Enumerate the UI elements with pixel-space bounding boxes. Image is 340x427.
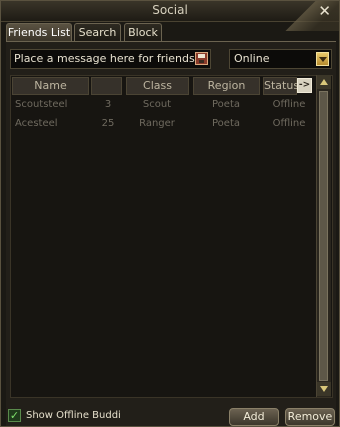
status-value: Online [234,52,270,65]
status-select[interactable]: Online [229,49,332,69]
friend-message-text: Place a message here for friends [14,52,195,65]
friend-message-input[interactable]: Place a message here for friends [10,49,211,69]
cell-class: Ranger [139,118,175,129]
cell-class: Scout [142,99,172,110]
cell-status: Offline [272,118,306,129]
cell-name: Scoutsteel [15,99,68,110]
dropdown-arrow-icon[interactable] [316,52,329,66]
tab-search[interactable]: Search [74,23,121,41]
window-title: Social [152,3,188,17]
column-header-level[interactable] [91,77,122,95]
tab-block[interactable]: Block [124,23,162,41]
cell-name: Acesteel [15,118,58,129]
scroll-thumb[interactable] [319,91,328,381]
social-window: Social ✕ Friends List Search Block Place… [0,0,340,427]
show-offline-label: Show Offline Buddies [26,410,121,421]
cell-status: Offline [272,99,306,110]
cell-region: Poeta [212,118,240,129]
save-icon[interactable] [195,52,208,65]
cell-region: Poeta [212,99,240,110]
column-header-class[interactable]: Class [126,77,189,95]
title-bar[interactable]: Social ✕ [1,1,339,31]
column-header-status[interactable]: Status [263,77,299,95]
show-offline-checkbox[interactable]: ✓ [8,409,21,422]
column-header-name[interactable]: Name [12,77,89,95]
cell-level: 25 [101,118,115,129]
scroll-down-icon[interactable] [317,382,331,396]
list-scrollbar[interactable] [316,75,331,397]
scroll-up-icon[interactable] [317,75,331,89]
add-button[interactable]: Add [229,408,279,426]
column-header-region[interactable]: Region [193,77,260,95]
tab-friends-list[interactable]: Friends List [6,23,72,41]
expand-columns-icon[interactable]: -> [297,78,312,93]
close-icon[interactable]: ✕ [318,2,331,20]
cell-level: 3 [104,99,112,110]
remove-button[interactable]: Remove [285,408,335,426]
